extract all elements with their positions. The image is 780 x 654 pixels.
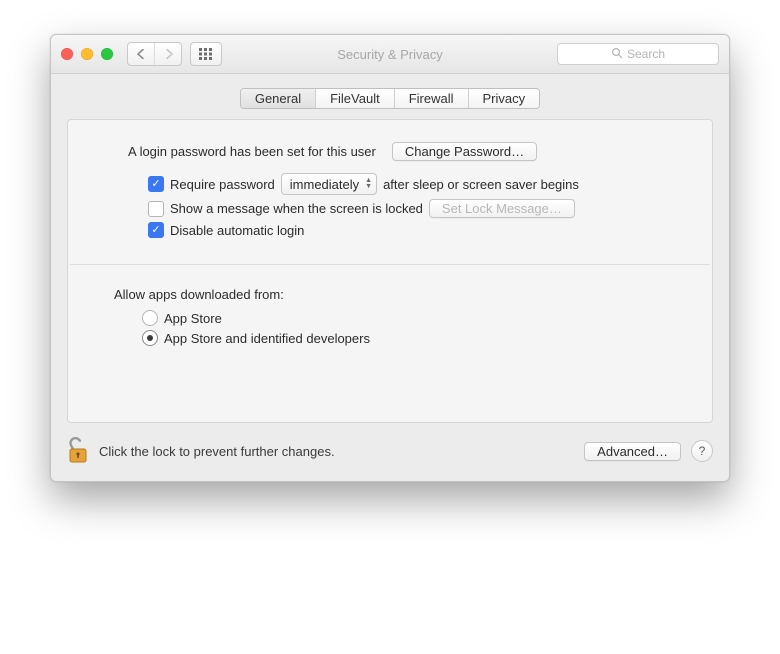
button-label: Set Lock Message… [442,201,562,216]
gatekeeper-section: Allow apps downloaded from: App Store Ap… [68,265,712,422]
window-controls [61,48,113,60]
tab-label: General [255,91,301,106]
zoom-window-button[interactable] [101,48,113,60]
main-panel: A login password has been set for this u… [67,119,713,423]
search-placeholder: Search [627,47,665,61]
radio-identified-developers[interactable] [142,330,158,346]
advanced-button[interactable]: Advanced… [584,442,681,461]
tab-filevault[interactable]: FileVault [315,89,394,108]
require-password-prefix: Require password [170,177,275,192]
require-password-suffix: after sleep or screen saver begins [383,177,579,192]
minimize-window-button[interactable] [81,48,93,60]
login-section: A login password has been set for this u… [68,120,712,264]
lock-text: Click the lock to prevent further change… [99,444,335,459]
tab-firewall[interactable]: Firewall [394,89,468,108]
stepper-icon: ▲▼ [365,178,372,190]
button-label: Advanced… [597,444,668,459]
radio-label: App Store and identified developers [164,331,370,346]
set-lock-message-button[interactable]: Set Lock Message… [429,199,575,218]
require-password-checkbox[interactable]: ✓ [148,176,164,192]
require-password-row: ✓ Require password immediately ▲▼ after … [148,173,692,195]
tab-label: Firewall [409,91,454,106]
preferences-window: Security & Privacy Search General FileVa… [50,34,730,482]
password-set-text: A login password has been set for this u… [128,144,376,159]
tab-label: Privacy [483,91,526,106]
gatekeeper-option-identified: App Store and identified developers [142,330,692,346]
button-label: Change Password… [405,144,524,159]
tabs-container: General FileVault Firewall Privacy [51,74,729,119]
change-password-button[interactable]: Change Password… [392,142,537,161]
show-message-checkbox[interactable] [148,201,164,217]
disable-auto-login-checkbox[interactable]: ✓ [148,222,164,238]
search-icon [611,47,623,62]
select-value: immediately [290,177,359,192]
disable-auto-login-label: Disable automatic login [170,223,304,238]
disable-auto-login-row: ✓ Disable automatic login [148,222,692,238]
search-input[interactable]: Search [557,43,719,65]
show-all-button[interactable] [190,42,222,66]
nav-group [127,42,182,66]
forward-button[interactable] [154,43,181,65]
show-message-label: Show a message when the screen is locked [170,201,423,216]
tab-label: FileVault [330,91,380,106]
close-window-button[interactable] [61,48,73,60]
lock-icon[interactable] [67,437,89,465]
show-message-row: Show a message when the screen is locked… [148,199,692,218]
help-button[interactable]: ? [691,440,713,462]
tabs: General FileVault Firewall Privacy [240,88,540,109]
gatekeeper-option-appstore: App Store [142,310,692,326]
radio-label: App Store [164,311,222,326]
tab-privacy[interactable]: Privacy [468,89,540,108]
footer: Click the lock to prevent further change… [51,423,729,481]
require-password-delay-select[interactable]: immediately ▲▼ [281,173,377,195]
titlebar: Security & Privacy Search [51,35,729,74]
radio-appstore[interactable] [142,310,158,326]
help-label: ? [699,444,706,458]
back-button[interactable] [128,43,154,65]
password-set-row: A login password has been set for this u… [128,142,692,161]
tab-general[interactable]: General [241,89,315,108]
gatekeeper-title: Allow apps downloaded from: [114,287,692,302]
